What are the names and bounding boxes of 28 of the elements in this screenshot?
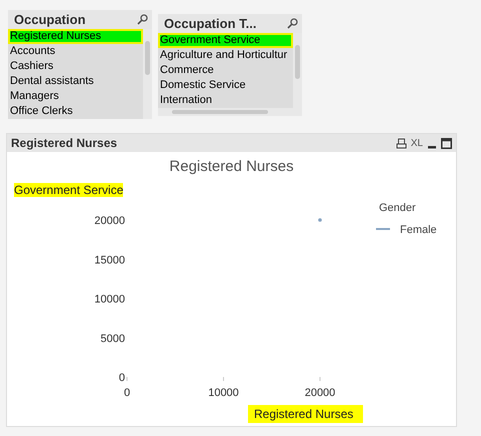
list-item[interactable]: Cashiers (8, 59, 143, 74)
legend-label: Female (400, 224, 437, 236)
list-item[interactable]: Government Service (158, 33, 293, 48)
y-tick-label: 10000 (94, 294, 125, 306)
list-item[interactable]: Office Clerks (8, 104, 143, 119)
y-tick-label: 15000 (94, 254, 125, 266)
x-axis-title: Registered Nurses (248, 405, 364, 423)
list-item[interactable]: Internation (158, 93, 293, 108)
list-item[interactable]: Accounts (8, 44, 143, 59)
x-tick-label: 0 (124, 387, 130, 399)
list-box-title: Occupation (14, 12, 86, 27)
x-tick-label: 10000 (208, 387, 239, 399)
list-box-title: Occupation T... (164, 16, 256, 31)
list-item[interactable]: Agriculture and Horticultur (158, 48, 293, 63)
y-tick-label: 20000 (94, 215, 125, 227)
y-tick-label: 5000 (100, 332, 125, 345)
y-tick-label: 0 (118, 372, 125, 384)
panel-caption: Registered Nurses (11, 136, 118, 150)
export-button[interactable]: XL (410, 138, 423, 148)
list-item[interactable]: Dental assistants (8, 74, 143, 89)
x-tick-label: 20000 (304, 387, 336, 399)
chart-title: Registered Nurses (169, 158, 294, 175)
list-item[interactable]: Commerce (158, 63, 293, 78)
list-item[interactable]: Managers (8, 89, 143, 104)
chart-subtitle: Government Service (14, 183, 124, 197)
legend-title: Gender (379, 202, 416, 214)
list-item[interactable]: Registered Nurses (8, 29, 143, 44)
list-item[interactable]: Domestic Service (158, 78, 293, 93)
